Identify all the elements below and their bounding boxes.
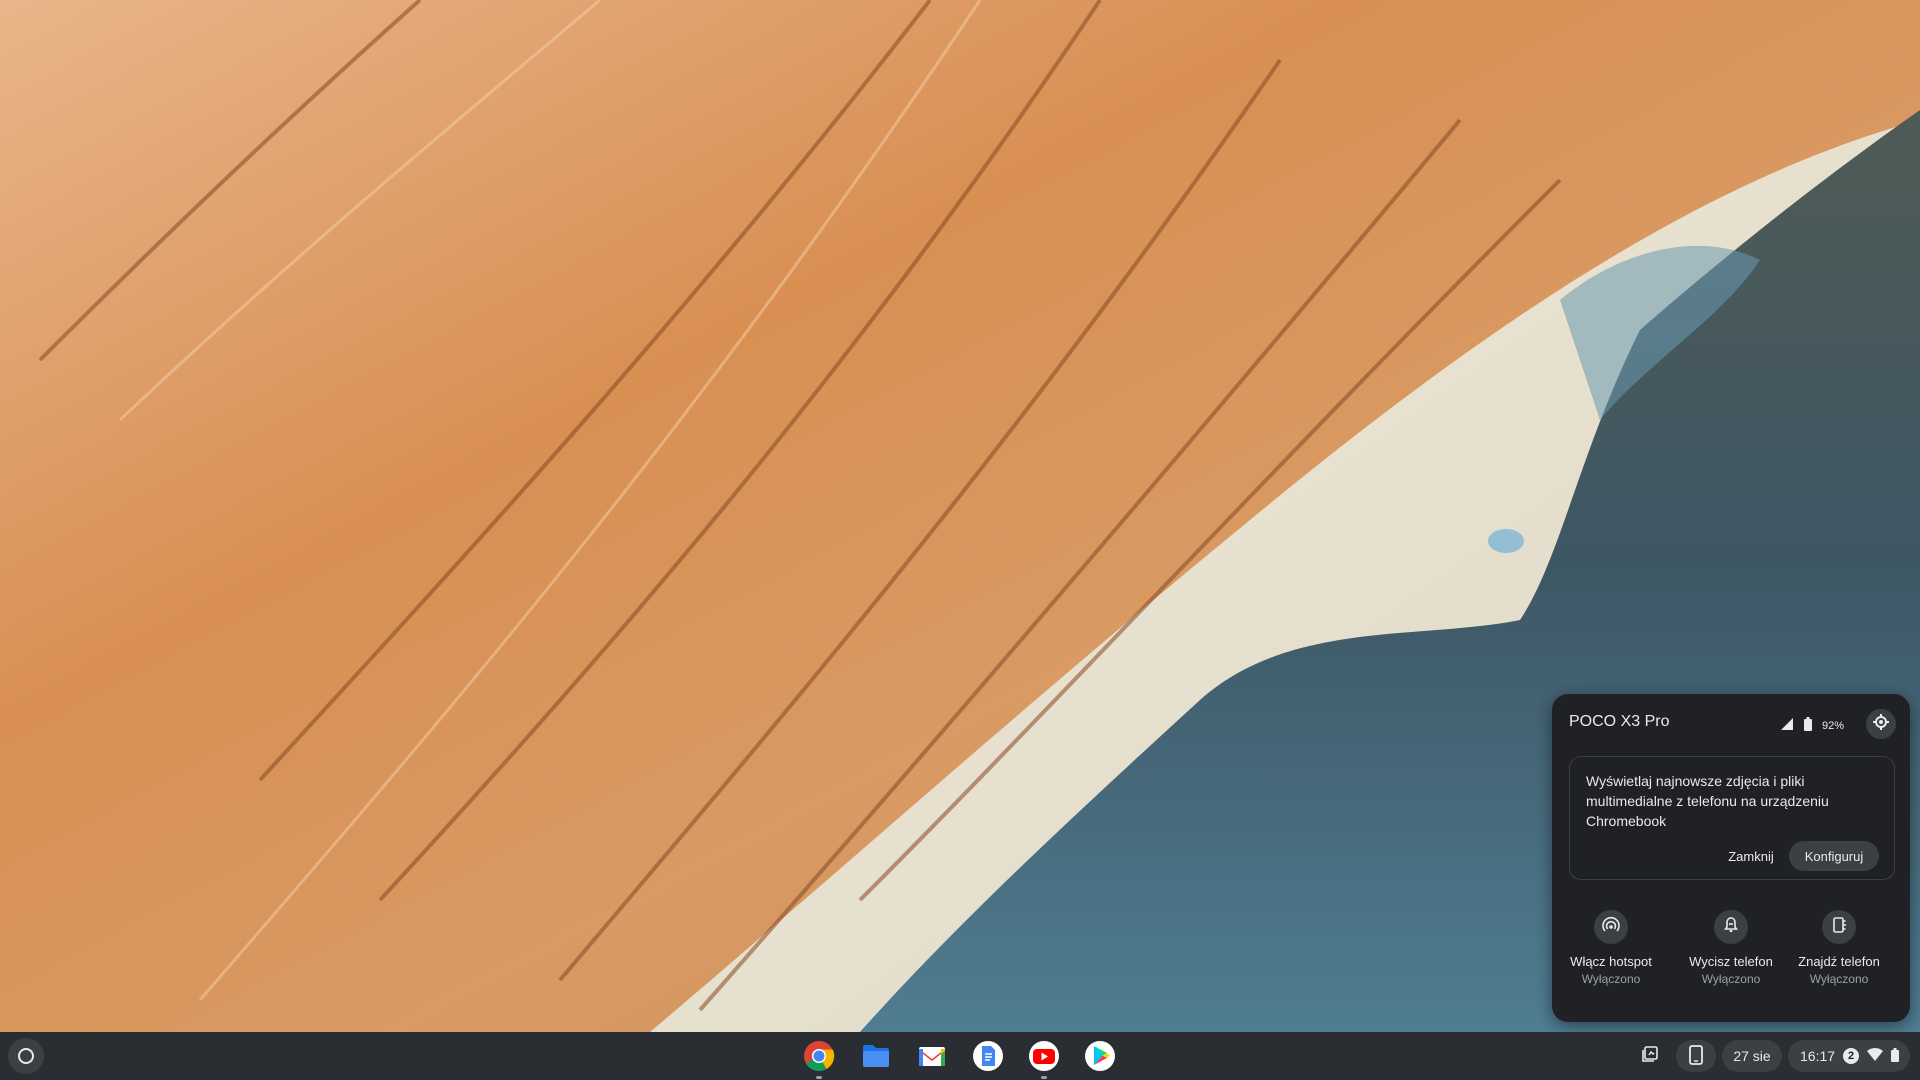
app-docs[interactable]	[972, 1040, 1004, 1072]
find-phone-state: Wyłączono	[1809, 972, 1869, 986]
phone-hub-panel: POCO X3 Pro 92% Wyświetlaj najnowsze zdj…	[1552, 694, 1910, 1022]
hotspot-toggle[interactable]	[1594, 910, 1628, 944]
feature-hotspot: Włącz hotspot Wyłączono	[1557, 910, 1665, 986]
silence-label: Wycisz telefon	[1689, 954, 1773, 969]
hotspot-state: Wyłączono	[1581, 972, 1641, 986]
time-label: 16:17	[1800, 1048, 1836, 1064]
gear-icon	[1873, 713, 1889, 735]
feature-find-phone: Znajdź telefon Wyłączono	[1785, 910, 1893, 986]
phone-icon	[1689, 1044, 1703, 1068]
app-files[interactable]	[860, 1040, 892, 1072]
signal-icon	[1780, 717, 1794, 734]
setup-button[interactable]: Konfiguruj	[1789, 841, 1879, 871]
youtube-icon	[1028, 1041, 1060, 1076]
feature-silence: Wycisz telefon Wyłączono	[1677, 910, 1785, 986]
app-chrome[interactable]	[803, 1040, 835, 1079]
find-phone-label: Znajdź telefon	[1798, 954, 1880, 969]
phone-hub-tray-button[interactable]	[1676, 1040, 1716, 1072]
docs-icon	[972, 1041, 1004, 1076]
wifi-icon	[1867, 1047, 1884, 1065]
holding-space-icon	[1640, 1044, 1660, 1069]
gmail-icon	[916, 1047, 948, 1076]
promo-text: Wyświetlaj najnowsze zdjęcia i pliki mul…	[1586, 773, 1829, 829]
phone-battery-icon	[1803, 717, 1812, 734]
app-youtube[interactable]	[1028, 1040, 1060, 1079]
silence-icon	[1722, 916, 1740, 939]
hotspot-icon	[1602, 916, 1620, 939]
hotspot-label: Włącz hotspot	[1570, 954, 1652, 969]
find-phone-toggle[interactable]	[1822, 910, 1856, 944]
battery-icon	[1891, 1047, 1900, 1065]
phone-settings-button[interactable]	[1866, 709, 1896, 739]
phone-battery-level: 92%	[1821, 719, 1844, 732]
play-store-icon	[1084, 1041, 1116, 1076]
phone-name: POCO X3 Pro	[1569, 713, 1670, 730]
silence-toggle[interactable]	[1714, 910, 1748, 944]
dismiss-button[interactable]: Zamknij	[1708, 841, 1794, 871]
date-tray[interactable]: 27 sie	[1722, 1040, 1782, 1072]
app-gmail[interactable]	[916, 1040, 948, 1072]
phone-status: 92%	[1780, 717, 1844, 734]
chrome-icon	[803, 1041, 835, 1076]
status-area-tray[interactable]: 16:17 2	[1788, 1040, 1910, 1072]
running-indicator	[1041, 1076, 1047, 1079]
silence-state: Wyłączono	[1701, 972, 1761, 986]
camera-roll-promo-card: Wyświetlaj najnowsze zdjęcia i pliki mul…	[1569, 756, 1895, 880]
date-label: 27 sie	[1733, 1048, 1771, 1064]
files-icon	[860, 1045, 892, 1076]
running-indicator	[816, 1076, 822, 1079]
app-play-store[interactable]	[1084, 1040, 1116, 1072]
notification-count-badge: 2	[1843, 1048, 1860, 1064]
holding-space-button[interactable]	[1632, 1040, 1668, 1072]
find-phone-icon	[1830, 916, 1848, 939]
launcher-button[interactable]	[8, 1038, 44, 1074]
launcher-icon	[18, 1048, 34, 1064]
notification-count: 2	[1847, 1050, 1855, 1062]
shelf: 27 sie 16:17 2	[0, 1032, 1920, 1080]
